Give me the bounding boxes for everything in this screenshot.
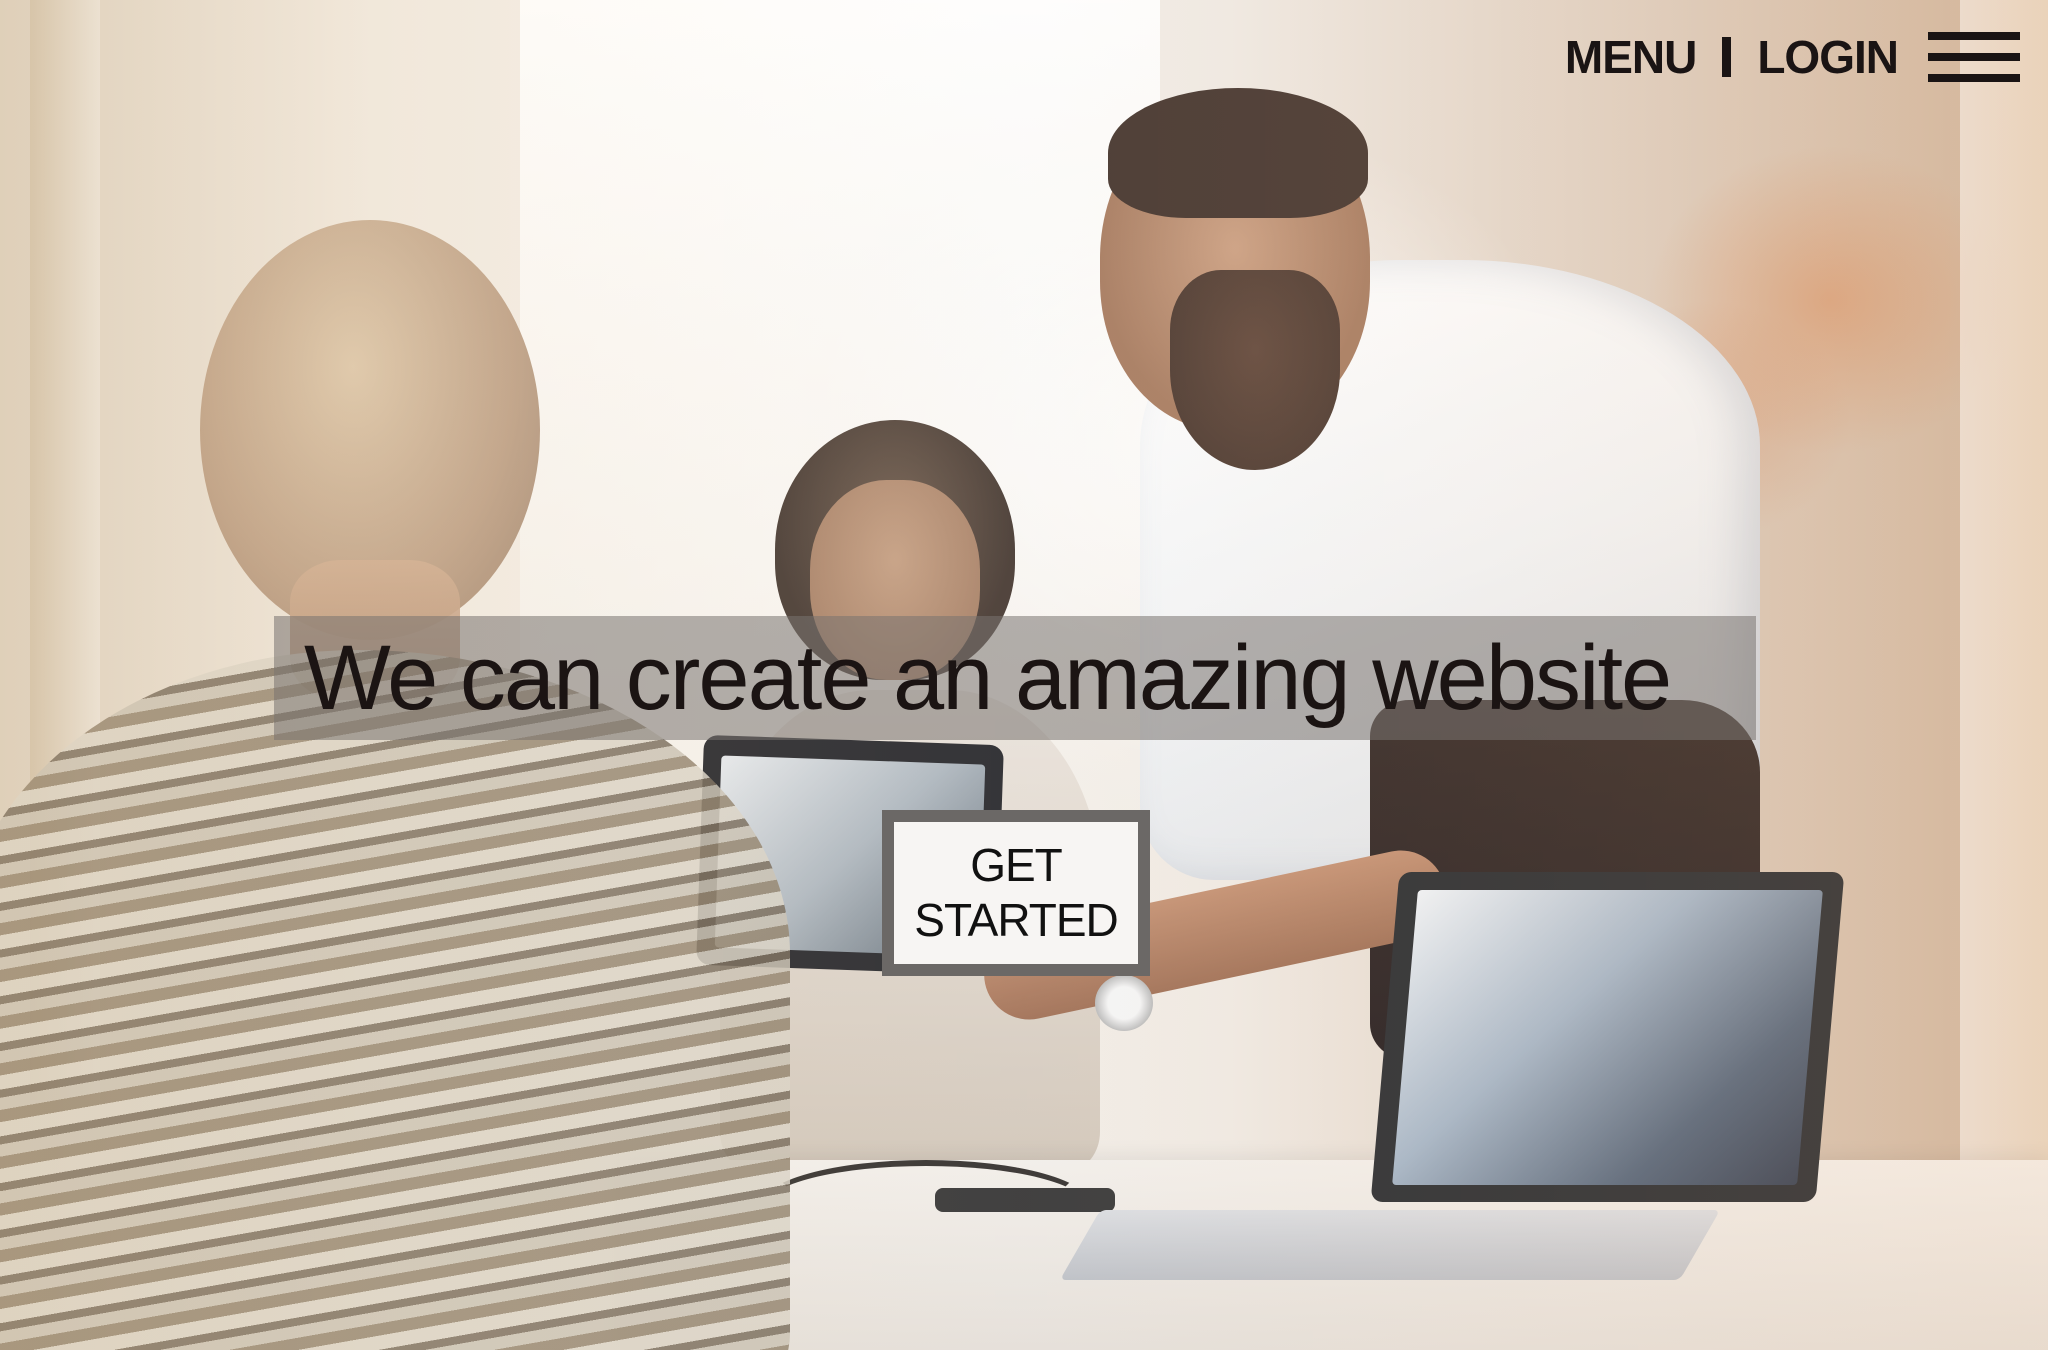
nav-divider [1722, 37, 1732, 77]
get-started-line-1: GET [970, 838, 1063, 891]
right-glass-reflection [1960, 0, 2048, 1350]
top-navigation: MENU LOGIN [1565, 30, 2020, 84]
phone-on-table [935, 1188, 1115, 1212]
cable [760, 1160, 1092, 1252]
man-head [1100, 100, 1370, 430]
headline-band: We can create an amazing website [274, 616, 1756, 740]
laptop-base [1059, 1210, 1721, 1280]
laptop-display [1392, 890, 1823, 1185]
get-started-label: GET STARTED [914, 838, 1118, 948]
laptop-lid [1370, 872, 1845, 1202]
hamburger-menu-icon[interactable] [1928, 32, 2020, 82]
landing-page: MENU LOGIN We can create an amazing webs… [0, 0, 2048, 1350]
meeting-table [620, 1160, 2048, 1350]
hamburger-bar [1928, 53, 2020, 61]
get-started-button[interactable]: GET STARTED [882, 810, 1150, 976]
woman-left-head [200, 220, 540, 640]
man-shirt [1140, 260, 1760, 880]
man-beard [1170, 270, 1340, 470]
hamburger-bar [1928, 74, 2020, 82]
man-trousers [1370, 700, 1760, 1060]
wristwatch [1095, 975, 1153, 1031]
hero-headline: We can create an amazing website [304, 626, 1672, 729]
left-pillar [30, 0, 100, 1100]
hamburger-bar [1928, 32, 2020, 40]
get-started-line-2: STARTED [914, 894, 1118, 946]
woman-left-sweater [0, 650, 790, 1350]
menu-link[interactable]: MENU [1565, 30, 1697, 84]
login-link[interactable]: LOGIN [1757, 30, 1899, 84]
man-hair [1108, 88, 1368, 218]
